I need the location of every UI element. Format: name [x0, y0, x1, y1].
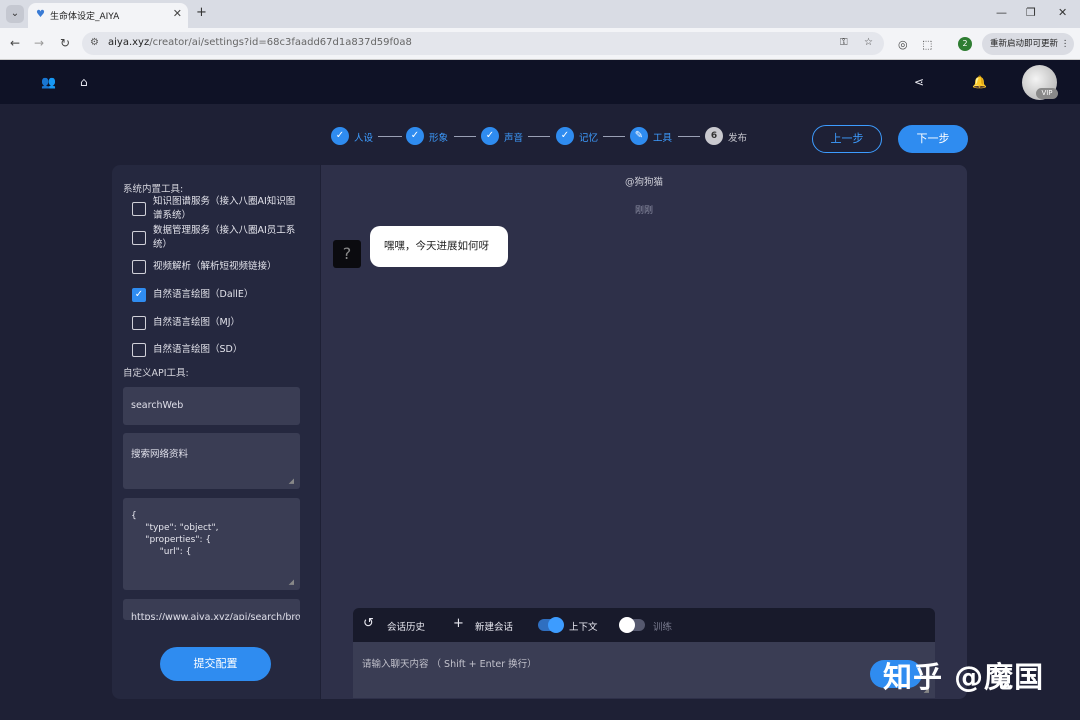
- tool-label[interactable]: 自然语言绘图（SD）: [153, 343, 303, 357]
- builtin-tools-title: 系统内置工具:: [123, 184, 184, 195]
- chat-character-name: @狗狗猫: [625, 177, 664, 188]
- step-5-label[interactable]: 工具: [653, 130, 672, 144]
- watermark: 知乎 @魔国: [883, 660, 1045, 694]
- address-bar[interactable]: ⚙ aiya.xyz/creator/ai/settings?id=68c3fa…: [82, 32, 884, 55]
- step-1-check-icon[interactable]: ✓: [331, 127, 349, 145]
- next-step-button[interactable]: 下一步: [898, 125, 968, 153]
- profile-badge[interactable]: 2: [958, 37, 972, 51]
- chat-input-placeholder: 请输入聊天内容 （ Shift + Enter 换行）: [362, 659, 537, 670]
- chat-input[interactable]: ◢: [353, 642, 935, 698]
- tool-checkbox-data-management[interactable]: [132, 231, 146, 245]
- train-toggle[interactable]: [619, 617, 645, 633]
- app-header: 👥 ⌂ ⋖ 🔔: [0, 60, 1080, 104]
- message-time: 刚刚: [635, 206, 654, 216]
- api-name-input[interactable]: searchWeb: [123, 387, 300, 425]
- submit-config-button[interactable]: 提交配置: [160, 647, 271, 681]
- close-window-icon[interactable]: ✕: [1058, 6, 1067, 19]
- step-2-check-icon[interactable]: ✓: [406, 127, 424, 145]
- tool-label[interactable]: 知识图谱服务（接入八圈AI知识图谱系统）: [153, 195, 303, 223]
- bell-icon[interactable]: 🔔: [972, 75, 987, 89]
- tool-label[interactable]: 数据管理服务（接入八圈AI员工系统）: [153, 224, 303, 252]
- chat-toolbar: ↺ 会话历史 + 新建会话 上下文 训练: [353, 608, 935, 642]
- forward-icon[interactable]: →: [34, 36, 44, 50]
- step-4-check-icon[interactable]: ✓: [556, 127, 574, 145]
- custom-tools-title: 自定义API工具:: [123, 368, 189, 379]
- extension-circle-icon[interactable]: ◎: [898, 38, 908, 51]
- bookmark-star-icon[interactable]: ☆: [864, 37, 873, 48]
- close-tab-icon[interactable]: ✕: [173, 7, 182, 20]
- tool-checkbox-sd[interactable]: [132, 343, 146, 357]
- step-connector: [378, 136, 402, 137]
- plus-icon[interactable]: +: [453, 616, 464, 631]
- relaunch-update-button[interactable]: 重新启动即可更新 ⋮: [982, 33, 1074, 55]
- api-description-textarea[interactable]: 搜索网络资料 ◢: [123, 433, 300, 489]
- tab-title: 生命体设定_AIYA: [50, 12, 120, 22]
- chat-history-button[interactable]: 会话历史: [387, 619, 425, 633]
- new-tab-icon[interactable]: +: [196, 5, 207, 20]
- step-connector: [678, 136, 700, 137]
- step-6-label[interactable]: 发布: [728, 130, 747, 144]
- tool-checkbox-dalle[interactable]: ✓: [132, 288, 146, 302]
- new-chat-button[interactable]: 新建会话: [475, 619, 513, 633]
- step-connector: [528, 136, 550, 137]
- tool-checkbox-video-parse[interactable]: [132, 260, 146, 274]
- history-icon[interactable]: ↺: [363, 616, 374, 631]
- minimize-icon[interactable]: —: [996, 6, 1007, 19]
- share-icon[interactable]: ⋖: [914, 75, 924, 89]
- extensions-puzzle-icon[interactable]: ⬚: [922, 38, 932, 51]
- resize-grip-icon[interactable]: ◢: [289, 477, 294, 485]
- bot-message-bubble: 嘿嘿，今天进展如何呀: [370, 226, 508, 267]
- tool-label[interactable]: 自然语言绘图（DallE）: [153, 288, 303, 302]
- browser-toolbar: ← → ↻ ⚙ aiya.xyz/creator/ai/settings?id=…: [0, 28, 1080, 60]
- step-1-label[interactable]: 人设: [354, 130, 373, 144]
- step-4-label[interactable]: 记忆: [579, 130, 598, 144]
- context-label: 上下文: [569, 622, 598, 633]
- step-connector: [454, 136, 476, 137]
- tab-list-dropdown[interactable]: ⌄: [6, 5, 24, 23]
- heart-favicon-icon: ♥: [36, 9, 45, 20]
- tool-label[interactable]: 视频解析（解析短视频链接）: [153, 260, 303, 274]
- step-3-check-icon[interactable]: ✓: [481, 127, 499, 145]
- context-toggle[interactable]: [538, 617, 564, 633]
- back-icon[interactable]: ←: [10, 36, 20, 50]
- url-text: aiya.xyz/creator/ai/settings?id=68c3faad…: [108, 37, 412, 48]
- users-switch-icon[interactable]: 👥: [41, 75, 56, 89]
- train-label: 训练: [653, 622, 673, 633]
- tool-label[interactable]: 自然语言绘图（MJ）: [153, 316, 303, 330]
- api-url-input[interactable]: https://www.aiya.xyz/api/search/bro: [123, 599, 300, 620]
- step-2-label[interactable]: 形象: [429, 130, 448, 144]
- step-6-number[interactable]: 6: [705, 127, 723, 145]
- step-connector: [603, 136, 625, 137]
- api-schema-textarea[interactable]: { "type": "object", "properties": { "url…: [123, 498, 300, 590]
- step-3-label[interactable]: 声音: [504, 130, 523, 144]
- tool-checkbox-knowledge-graph[interactable]: [132, 202, 146, 216]
- reload-icon[interactable]: ↻: [60, 36, 70, 50]
- prev-step-button[interactable]: 上一步: [812, 125, 882, 153]
- vip-badge: VIP: [1036, 88, 1058, 99]
- browser-tab-bar: ⌄ ♥ 生命体设定_AIYA ✕ + — ❐ ✕: [0, 0, 1080, 28]
- pencil-icon[interactable]: ✎: [630, 127, 648, 145]
- resize-grip-icon[interactable]: ◢: [289, 578, 294, 586]
- site-info-icon[interactable]: ⚙: [90, 37, 99, 48]
- bot-avatar: ?: [333, 240, 361, 268]
- tool-checkbox-mj[interactable]: [132, 316, 146, 330]
- browser-tab[interactable]: ♥ 生命体设定_AIYA ✕: [28, 3, 188, 28]
- restore-icon[interactable]: ❐: [1026, 6, 1036, 19]
- password-key-icon[interactable]: ⚿: [840, 37, 848, 48]
- home-icon[interactable]: ⌂: [80, 75, 88, 89]
